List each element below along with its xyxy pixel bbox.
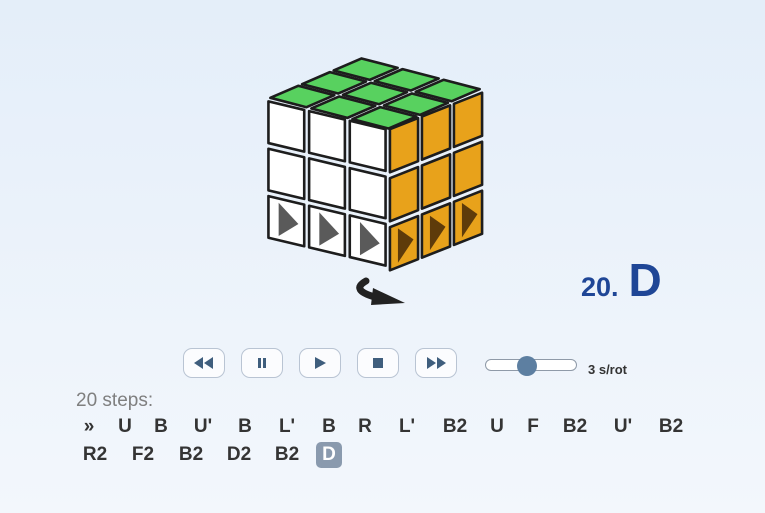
cube-right-sticker: [452, 140, 484, 198]
sequence-start-marker: »: [83, 416, 95, 437]
play-icon: [315, 357, 326, 369]
move-item[interactable]: D: [316, 442, 342, 468]
cube-front-sticker: [267, 147, 306, 201]
rewind-button[interactable]: [183, 348, 225, 378]
current-step-number: 20.: [581, 272, 619, 302]
cube-front-sticker: [307, 109, 347, 163]
speed-slider-thumb[interactable]: [517, 356, 538, 376]
fast-forward-button[interactable]: [415, 348, 457, 378]
pause-icon: [258, 358, 266, 368]
current-step-label: 20. D: [581, 253, 662, 307]
move-item[interactable]: F2: [128, 442, 158, 468]
stop-button[interactable]: [357, 348, 399, 378]
cube-right-sticker: [420, 153, 452, 210]
play-button[interactable]: [299, 348, 341, 378]
cube-right-sticker: [388, 165, 420, 223]
move-item[interactable]: L': [392, 414, 422, 440]
cube-3d: [267, 57, 484, 305]
move-item[interactable]: B2: [560, 414, 590, 440]
move-item[interactable]: U': [608, 414, 638, 440]
speed-label: 3 s/rot: [588, 362, 628, 377]
move-item[interactable]: B2: [176, 442, 206, 468]
cube-right-sticker: [420, 104, 452, 161]
cube-right-sticker: [388, 116, 420, 174]
fast-forward-icon: [427, 357, 446, 369]
cube-front-sticker: [348, 119, 387, 173]
move-item[interactable]: L': [272, 414, 302, 440]
move-item[interactable]: B2: [440, 414, 470, 440]
move-item[interactable]: R2: [80, 442, 110, 468]
cube-right-sticker: [452, 91, 484, 149]
cube-view: [250, 40, 500, 320]
move-item[interactable]: B2: [272, 442, 302, 468]
move-item[interactable]: U': [188, 414, 218, 440]
cube-front-sticker: [267, 100, 306, 153]
move-item[interactable]: U: [488, 414, 506, 440]
move-item[interactable]: B: [236, 414, 254, 440]
cube-front-sticker: [307, 157, 347, 210]
steps-count: 20 steps:: [76, 390, 154, 411]
rewind-icon: [194, 357, 213, 369]
move-item[interactable]: B2: [656, 414, 686, 440]
move-item[interactable]: D2: [224, 442, 254, 468]
move-item[interactable]: U: [116, 414, 134, 440]
pause-button[interactable]: [241, 348, 283, 378]
move-item[interactable]: B: [152, 414, 170, 440]
stop-icon: [373, 358, 383, 368]
move-item[interactable]: F: [524, 414, 542, 440]
rotate-arrow-icon: [356, 277, 405, 305]
move-item[interactable]: B: [320, 414, 338, 440]
cube-front-sticker: [348, 166, 387, 220]
move-item[interactable]: R: [356, 414, 374, 440]
current-step-move: D: [628, 254, 662, 306]
